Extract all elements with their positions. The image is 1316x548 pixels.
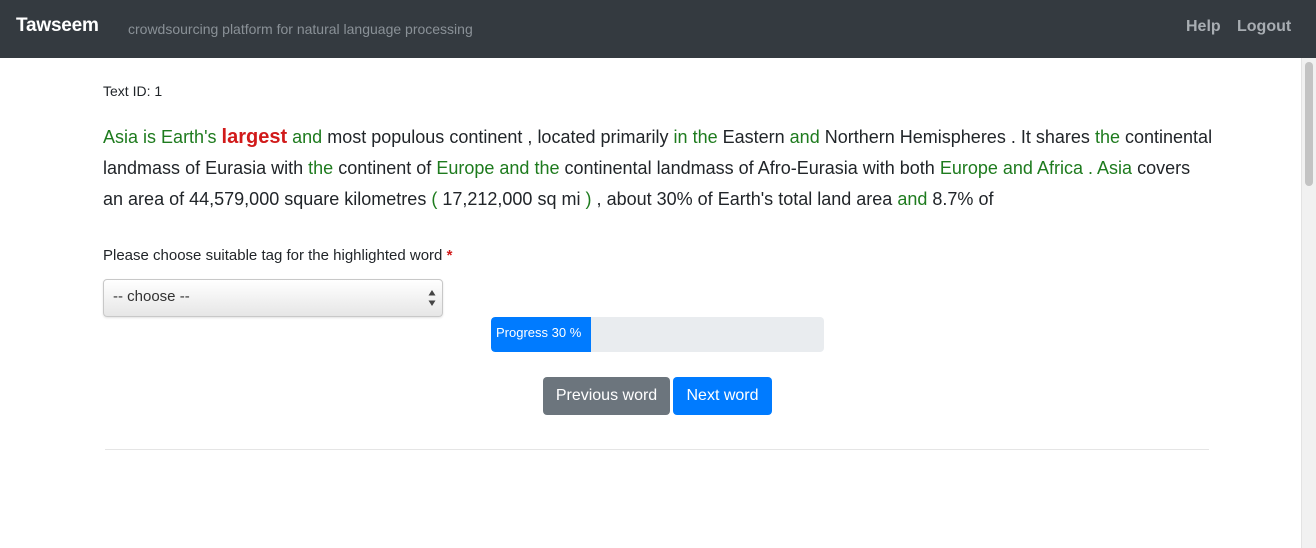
passage-word: and (789, 127, 820, 147)
passage-word: of (185, 158, 201, 178)
passage-word: , (596, 189, 602, 209)
passage-word: and (897, 189, 928, 209)
passage-word: square (284, 189, 340, 209)
passage-word: Afro-Eurasia (757, 158, 858, 178)
tag-question-label: Please choose suitable tag for the highl… (103, 247, 452, 264)
passage-word: Europe (436, 158, 495, 178)
passage-word: with (271, 158, 304, 178)
passage-word: the (692, 127, 718, 147)
passage-word: It (1020, 127, 1031, 147)
brand-tagline: crowdsourcing platform for natural langu… (128, 21, 473, 37)
tag-select-value: -- choose -- (113, 288, 190, 305)
passage-word: of (697, 189, 713, 209)
passage-word: the (1094, 127, 1120, 147)
passage-word: Earth's (717, 189, 774, 209)
next-word-button[interactable]: Next word (673, 377, 772, 415)
passage-word: shares (1035, 127, 1090, 147)
passage-word: area (856, 189, 893, 209)
page-scrollbar[interactable] (1301, 58, 1316, 548)
passage-word: about (606, 189, 652, 209)
passage-word: primarily (600, 127, 669, 147)
progress-label: Progress 30 % (496, 325, 582, 340)
passage-word: ) (585, 189, 592, 209)
passage-word: and (1002, 158, 1033, 178)
passage-word: kilometres (344, 189, 427, 209)
progress-fill: Progress 30 % (491, 317, 591, 352)
passage-word: with (862, 158, 895, 178)
passage-word: Asia (103, 127, 139, 147)
passage-word: Africa (1036, 158, 1083, 178)
passage-word: sq (537, 189, 557, 209)
text-id: Text ID: 1 (103, 83, 163, 99)
tag-select[interactable]: -- choose -- (103, 279, 443, 317)
passage-word: continental (1125, 127, 1213, 147)
divider (105, 449, 1209, 450)
scrollbar-thumb[interactable] (1305, 62, 1313, 186)
brand-logo[interactable]: Tawseem (16, 15, 99, 37)
passage-word: landmass (103, 158, 181, 178)
passage-word: mi (561, 189, 581, 209)
passage-word: 8.7% (932, 189, 974, 209)
passage-word: Hemispheres (899, 127, 1006, 147)
passage-word: , (527, 127, 533, 147)
passage-word: total (778, 189, 813, 209)
previous-word-button[interactable]: Previous word (543, 377, 670, 415)
passage-word: 44,579,000 (189, 189, 280, 209)
passage-word: in (673, 127, 688, 147)
passage-word: Asia (1097, 158, 1133, 178)
passage-word: . (1088, 158, 1094, 178)
updown-arrows-icon (428, 290, 436, 306)
passage-word: is (143, 127, 157, 147)
passage-word: of (738, 158, 754, 178)
passage-word: 17,212,000 (442, 189, 533, 209)
passage-word: covers (1137, 158, 1191, 178)
passage-text: Asia is Earth's largest and most populou… (103, 122, 1213, 221)
passage-word: 30% (656, 189, 693, 209)
passage-word: populous (371, 127, 445, 147)
passage-word: Eastern (722, 127, 785, 147)
required-mark: * (446, 247, 453, 264)
passage-word: Europe (939, 158, 998, 178)
navbar: Tawseem crowdsourcing platform for natur… (0, 0, 1316, 58)
logout-link[interactable]: Logout (1237, 18, 1291, 36)
passage-word: area (128, 189, 165, 209)
passage-word: continent (449, 127, 523, 147)
tag-question-text: Please choose suitable tag for the highl… (103, 247, 443, 264)
passage-word: and (499, 158, 530, 178)
passage-word: . (1010, 127, 1016, 147)
passage-word: landmass (656, 158, 734, 178)
passage-word: Earth's (161, 127, 217, 147)
passage-word: an (103, 189, 124, 209)
passage-word: of (416, 158, 432, 178)
passage-word: ( (431, 189, 438, 209)
progress-bar: Progress 30 % (491, 317, 824, 352)
passage-word: Eurasia (205, 158, 267, 178)
passage-word: both (899, 158, 935, 178)
passage-word: of (978, 189, 994, 209)
passage-word: located (537, 127, 596, 147)
passage-word: the (308, 158, 334, 178)
help-link[interactable]: Help (1186, 18, 1221, 36)
passage-word: the (534, 158, 560, 178)
passage-word: and (292, 127, 323, 147)
passage-word: continental (564, 158, 652, 178)
passage-word: Northern (824, 127, 895, 147)
passage-word: of (169, 189, 185, 209)
highlighted-word: largest (221, 126, 288, 148)
passage-word: land (817, 189, 852, 209)
passage-word: continent (338, 158, 412, 178)
passage-word: most (327, 127, 367, 147)
